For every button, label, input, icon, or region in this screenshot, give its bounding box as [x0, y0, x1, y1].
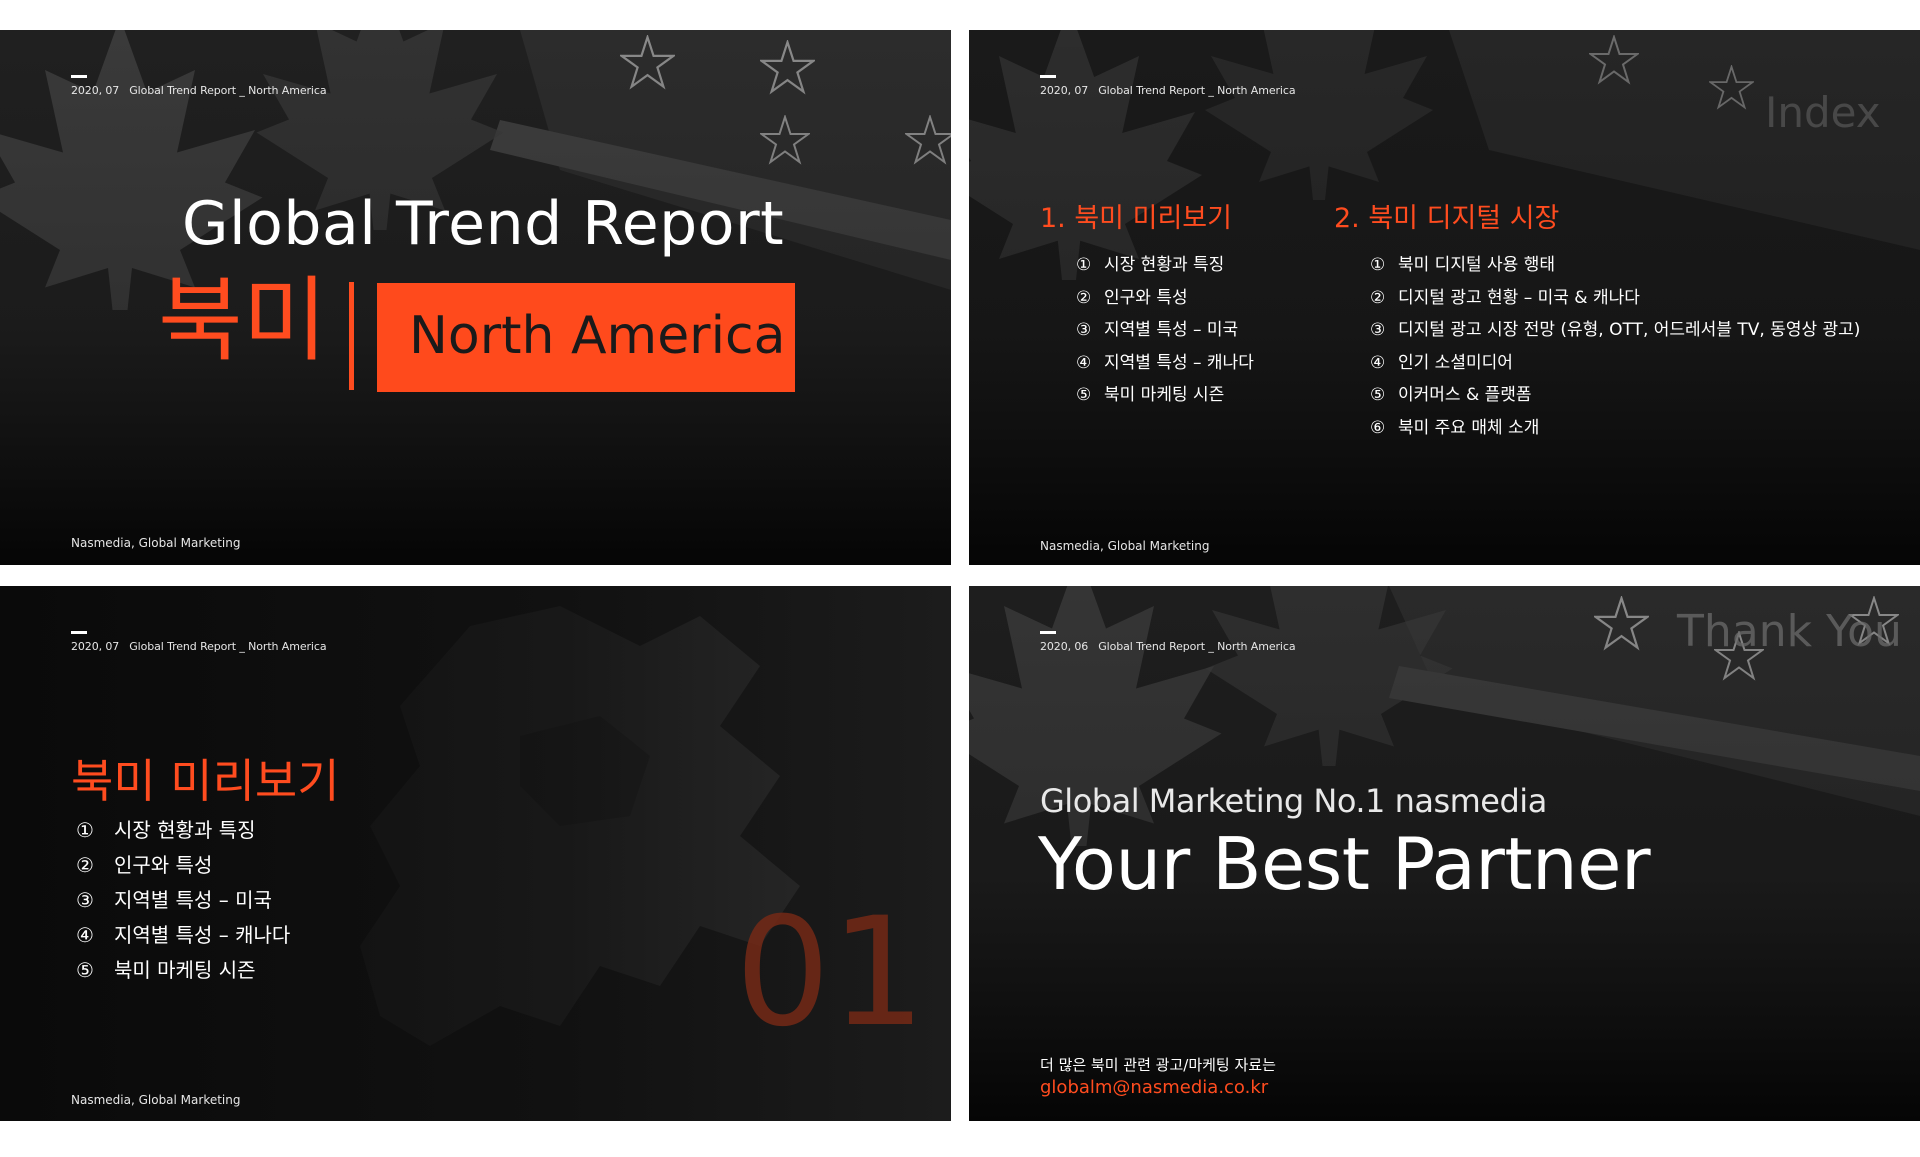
item-label: 북미 주요 매체 소개 — [1398, 417, 1540, 438]
header-date: 2020, 07 — [1040, 84, 1089, 97]
item-number: ⑥ — [1370, 417, 1386, 438]
contact-note: 더 많은 북미 관련 광고/마케팅 자료는 — [1040, 1056, 1276, 1074]
slide-header: 2020, 06 Global Trend Report _ North Amer… — [1040, 640, 1296, 653]
item-label: 북미 마케팅 시즌 — [1104, 385, 1225, 405]
list-item: ③ 지역별 특성 – 미국 — [76, 884, 290, 919]
slide-cover: 2020, 07 Global Trend Report _ North Amer… — [0, 30, 951, 565]
slide-closing: 2020, 06 Global Trend Report _ North Amer… — [969, 586, 1920, 1121]
title-divider — [349, 282, 354, 390]
list-item: ② 디지털 광고 현황 – 미국 & 캐나다 — [1370, 283, 1860, 316]
list-item: ① 북미 디지털 사용 행태 — [1370, 250, 1860, 283]
list-item: ⑥ 북미 주요 매체 소개 — [1370, 413, 1860, 446]
list-item: ④ 인기 소셜미디어 — [1370, 348, 1860, 381]
header-date: 2020, 07 — [71, 640, 120, 653]
header-title: Global Trend Report _ North America — [129, 84, 327, 97]
item-number: ③ — [1076, 320, 1092, 340]
index-section-title: 1. 북미 미리보기 — [1040, 203, 1232, 234]
item-label: 시장 현황과 특징 — [1104, 255, 1225, 275]
item-number: ④ — [1370, 352, 1386, 373]
item-label: 인구와 특성 — [114, 853, 213, 877]
index-section-list: ① 시장 현황과 특징 ② 인구와 특성 ③ 지역별 특성 – 미국 ④ 지역별 특성 … — [1076, 250, 1254, 413]
header-date: 2020, 06 — [1040, 640, 1089, 653]
section-number: 01 — [735, 886, 926, 1060]
region-box: North America — [377, 283, 795, 392]
header-dash — [1040, 75, 1056, 78]
item-label: 시장 현황과 특징 — [114, 818, 256, 842]
closing-headline: Your Best Partner — [1038, 822, 1651, 906]
item-number: ③ — [1370, 320, 1386, 340]
item-number: ② — [76, 853, 94, 877]
item-number: ⑤ — [76, 958, 94, 982]
slide-index: 2020, 07 Global Trend Report _ North Amer… — [969, 30, 1920, 565]
header-date: 2020, 07 — [71, 84, 120, 97]
header-title: Global Trend Report _ North America — [1098, 640, 1296, 653]
item-number: ② — [1076, 287, 1092, 308]
item-number: ① — [1076, 255, 1092, 275]
header-dash — [71, 631, 87, 634]
thank-you-watermark: Thank You — [1677, 606, 1902, 657]
item-number: ① — [1370, 255, 1386, 275]
list-item: ③ 지역별 특성 – 미국 — [1076, 315, 1254, 348]
index-section-list: ① 북미 디지털 사용 행태 ② 디지털 광고 현황 – 미국 & 캐나다 ③ 디지털… — [1370, 250, 1860, 445]
slide-footer: Nasmedia, Global Marketing — [71, 1093, 241, 1107]
list-item: ③ 디지털 광고 시장 전망 (유형, OTT, 어드레서블 TV, 동영상 광고… — [1370, 315, 1860, 348]
report-title: Global Trend Report — [182, 189, 785, 259]
closing-subtitle: Global Marketing No.1 nasmedia — [1040, 782, 1547, 820]
item-number: ② — [1370, 287, 1386, 308]
item-label: 인구와 특성 — [1104, 287, 1188, 308]
slide-header: 2020, 07 Global Trend Report _ North Amer… — [71, 640, 327, 653]
item-number: ④ — [1076, 352, 1092, 373]
list-item: ② 인구와 특성 — [76, 849, 290, 884]
section-list: ① 시장 현황과 특징 ② 인구와 특성 ③ 지역별 특성 – 미국 ④ 지역별 특성 … — [76, 814, 290, 989]
item-label: 북미 디지털 사용 행태 — [1398, 255, 1555, 275]
item-number: ③ — [76, 888, 94, 912]
index-section-title: 2. 북미 디지털 시장 — [1334, 203, 1560, 234]
slide-header: 2020, 07 Global Trend Report _ North Amer… — [71, 84, 327, 97]
list-item: ② 인구와 특성 — [1076, 283, 1254, 316]
list-item: ① 시장 현황과 특징 — [76, 814, 290, 849]
item-label: 인기 소셜미디어 — [1398, 352, 1513, 373]
slide-footer: Nasmedia, Global Marketing — [1040, 539, 1210, 553]
item-label: 지역별 특성 – 미국 — [1104, 320, 1239, 340]
section-title: 북미 미리보기 — [71, 754, 340, 808]
index-watermark: Index — [1765, 88, 1881, 137]
header-title: Global Trend Report _ North America — [129, 640, 327, 653]
item-number: ① — [76, 818, 94, 842]
item-number: ④ — [76, 923, 94, 947]
region-label: North America — [409, 306, 786, 366]
slide-footer: Nasmedia, Global Marketing — [71, 536, 241, 550]
item-number: ⑤ — [1370, 385, 1386, 405]
contact-email[interactable]: globalm@nasmedia.co.kr — [1040, 1077, 1268, 1098]
item-label: 디지털 광고 시장 전망 (유형, OTT, 어드레서블 TV, 동영상 광고) — [1398, 320, 1861, 340]
item-number: ⑤ — [1076, 385, 1092, 405]
item-label: 지역별 특성 – 캐나다 — [114, 923, 291, 947]
header-dash — [71, 75, 87, 78]
item-label: 지역별 특성 – 캐나다 — [1104, 352, 1254, 373]
item-label: 지역별 특성 – 미국 — [114, 888, 272, 912]
item-label: 북미 마케팅 시즌 — [114, 958, 256, 982]
list-item: ⑤ 북미 마케팅 시즌 — [1076, 380, 1254, 413]
list-item: ⑤ 북미 마케팅 시즌 — [76, 954, 290, 989]
item-label: 이커머스 & 플랫폼 — [1398, 385, 1532, 405]
header-title: Global Trend Report _ North America — [1098, 84, 1296, 97]
list-item: ④ 지역별 특성 – 캐나다 — [1076, 348, 1254, 381]
list-item: ① 시장 현황과 특징 — [1076, 250, 1254, 283]
slide-header: 2020, 07 Global Trend Report _ North Amer… — [1040, 84, 1296, 97]
list-item: ⑤ 이커머스 & 플랫폼 — [1370, 380, 1860, 413]
list-item: ④ 지역별 특성 – 캐나다 — [76, 919, 290, 954]
header-dash — [1040, 631, 1056, 634]
item-label: 디지털 광고 현황 – 미국 & 캐나다 — [1398, 287, 1640, 308]
korean-title: 북미 — [158, 267, 328, 374]
slide-section-01: 2020, 07 Global Trend Report _ North Amer… — [0, 586, 951, 1121]
